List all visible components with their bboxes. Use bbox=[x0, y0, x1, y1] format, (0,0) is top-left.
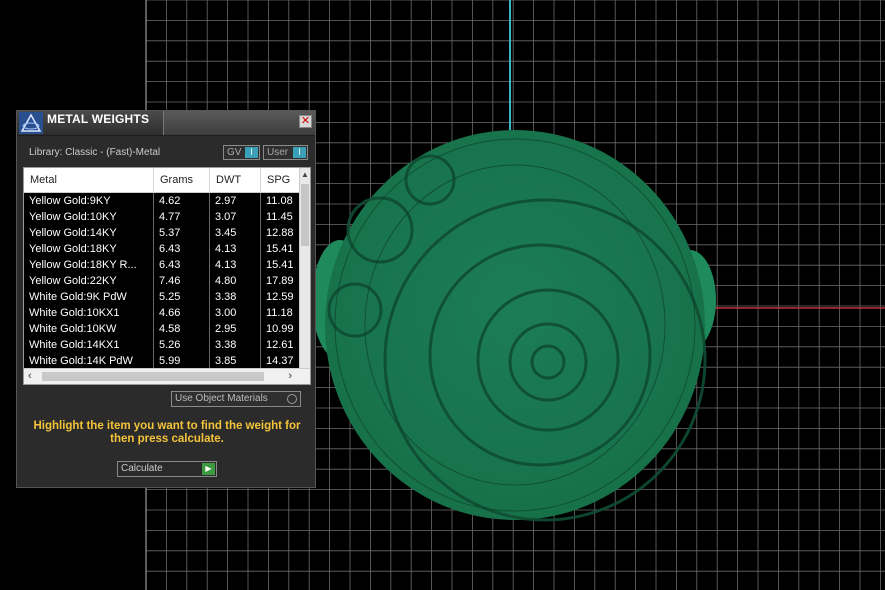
metal-cell: White Gold:14KX1 bbox=[24, 337, 154, 353]
vertical-scrollbar[interactable]: ▲ bbox=[299, 168, 310, 370]
grams-cell: 5.26 bbox=[154, 337, 210, 353]
metal-cell: Yellow Gold:22KY bbox=[24, 273, 154, 289]
grams-cell: 4.58 bbox=[154, 321, 210, 337]
gv-toggle[interactable]: GV I bbox=[223, 145, 260, 160]
user-toggle[interactable]: User I bbox=[263, 145, 308, 160]
spg-cell: 17.89 bbox=[266, 275, 294, 287]
metal-cell: Yellow Gold:10KY bbox=[24, 209, 154, 225]
dwt-cell: 2.95 bbox=[210, 321, 261, 337]
metal-cell: Yellow Gold:18KY R... bbox=[24, 257, 154, 273]
grams-cell: 4.62 bbox=[154, 193, 210, 209]
metal-cell: Yellow Gold:9KY bbox=[24, 193, 154, 209]
calculate-label: Calculate bbox=[121, 463, 163, 474]
play-arrow-icon: ▶ bbox=[202, 463, 215, 475]
user-toggle-label: User bbox=[267, 147, 289, 158]
calculate-button[interactable]: Calculate ▶ bbox=[117, 461, 217, 477]
table-row[interactable]: White Gold:10KX1 4.66 3.00 11.18 bbox=[24, 305, 302, 321]
app-logo-icon bbox=[19, 112, 43, 134]
vertical-scroll-thumb[interactable] bbox=[301, 184, 309, 246]
spg-cell: 15.41 bbox=[266, 243, 294, 255]
grams-cell: 5.99 bbox=[154, 353, 210, 369]
grams-cell: 4.66 bbox=[154, 305, 210, 321]
grams-cell: 5.25 bbox=[154, 289, 210, 305]
dwt-cell: 4.80 bbox=[210, 273, 261, 289]
spg-cell: 11.08 bbox=[266, 195, 293, 207]
gv-toggle-switch: I bbox=[245, 147, 258, 158]
table-row[interactable]: Yellow Gold:10KY 4.77 3.07 11.45 bbox=[24, 209, 302, 225]
horizontal-scroll-thumb[interactable] bbox=[42, 372, 264, 381]
table-row[interactable]: Yellow Gold:18KY 6.43 4.13 15.41 bbox=[24, 241, 302, 257]
panel-titlebar[interactable]: METAL WEIGHTS ✕ bbox=[17, 111, 315, 136]
spg-cell: 12.61 bbox=[266, 339, 294, 351]
metal-weights-table[interactable]: Metal Grams DWT SPG Yellow Gold:9KY 4.62 2… bbox=[23, 167, 311, 385]
table-row[interactable]: White Gold:10KW 4.58 2.95 10.99 bbox=[24, 321, 302, 337]
dwt-cell: 3.07 bbox=[210, 209, 261, 225]
table-row[interactable]: Yellow Gold:9KY 4.62 2.97 11.08 bbox=[24, 193, 302, 209]
panel-title: METAL WEIGHTS bbox=[47, 112, 150, 126]
close-button[interactable]: ✕ bbox=[299, 115, 312, 128]
grams-cell: 4.77 bbox=[154, 209, 210, 225]
dwt-cell: 3.45 bbox=[210, 225, 261, 241]
horizontal-scrollbar[interactable]: ‹ › bbox=[24, 368, 310, 384]
dwt-cell: 4.13 bbox=[210, 241, 261, 257]
grams-cell: 6.43 bbox=[154, 257, 210, 273]
spg-cell: 15.41 bbox=[266, 259, 294, 271]
scroll-right-arrow-icon[interactable]: › bbox=[288, 369, 292, 384]
radio-icon[interactable] bbox=[287, 394, 297, 404]
metal-cell: Yellow Gold:18KY bbox=[24, 241, 154, 257]
column-header-spg[interactable]: SPG bbox=[261, 168, 302, 192]
spg-cell: 12.88 bbox=[266, 227, 294, 239]
dwt-cell: 3.38 bbox=[210, 289, 261, 305]
dwt-cell: 2.97 bbox=[210, 193, 261, 209]
spg-cell: 11.45 bbox=[266, 211, 293, 223]
spg-cell: 12.59 bbox=[266, 291, 294, 303]
metal-cell: White Gold:10KX1 bbox=[24, 305, 154, 321]
table-header: Metal Grams DWT SPG bbox=[24, 168, 302, 193]
user-toggle-switch: I bbox=[293, 147, 306, 158]
table-row[interactable]: Yellow Gold:22KY 7.46 4.80 17.89 bbox=[24, 273, 302, 289]
column-header-metal[interactable]: Metal bbox=[24, 168, 154, 192]
use-object-materials-label: Use Object Materials bbox=[175, 393, 268, 404]
table-row[interactable]: Yellow Gold:14KY 5.37 3.45 12.88 bbox=[24, 225, 302, 241]
metal-weights-panel: METAL WEIGHTS ✕ Library: Classic - (Fast… bbox=[16, 110, 316, 488]
library-label: Library: Classic - (Fast)-Metal bbox=[29, 147, 161, 158]
table-row[interactable]: White Gold:14KX1 5.26 3.38 12.61 bbox=[24, 337, 302, 353]
metal-cell: White Gold:10KW bbox=[24, 321, 154, 337]
metal-cell: Yellow Gold:14KY bbox=[24, 225, 154, 241]
metal-cell: White Gold:14K PdW bbox=[24, 353, 154, 369]
column-header-grams[interactable]: Grams bbox=[154, 168, 210, 192]
table-row[interactable]: Yellow Gold:18KY R... 6.43 4.13 15.41 bbox=[24, 257, 302, 273]
scroll-left-arrow-icon[interactable]: ‹ bbox=[28, 369, 32, 384]
instruction-text: Highlight the item you want to find the … bbox=[33, 420, 301, 445]
dwt-cell: 3.00 bbox=[210, 305, 261, 321]
scroll-up-arrow-icon[interactable]: ▲ bbox=[300, 168, 310, 182]
grams-cell: 7.46 bbox=[154, 273, 210, 289]
spg-cell: 11.18 bbox=[266, 307, 293, 319]
gv-toggle-label: GV bbox=[227, 147, 242, 158]
grams-cell: 5.37 bbox=[154, 225, 210, 241]
table-row[interactable]: White Gold:9K PdW 5.25 3.38 12.59 bbox=[24, 289, 302, 305]
table-row[interactable]: White Gold:14K PdW 5.99 3.85 14.37 bbox=[24, 353, 302, 369]
grams-cell: 6.43 bbox=[154, 241, 210, 257]
table-body: Yellow Gold:9KY 4.62 2.97 11.08 Yellow Gold:… bbox=[24, 193, 302, 369]
spg-cell: 14.37 bbox=[266, 355, 294, 367]
dwt-cell: 3.38 bbox=[210, 337, 261, 353]
column-header-dwt[interactable]: DWT bbox=[210, 168, 261, 192]
panel-title-tab: METAL WEIGHTS bbox=[17, 111, 164, 135]
dwt-cell: 4.13 bbox=[210, 257, 261, 273]
spg-cell: 10.99 bbox=[266, 323, 294, 335]
use-object-materials-option[interactable]: Use Object Materials bbox=[171, 391, 301, 407]
dwt-cell: 3.85 bbox=[210, 353, 261, 369]
metal-cell: White Gold:9K PdW bbox=[24, 289, 154, 305]
